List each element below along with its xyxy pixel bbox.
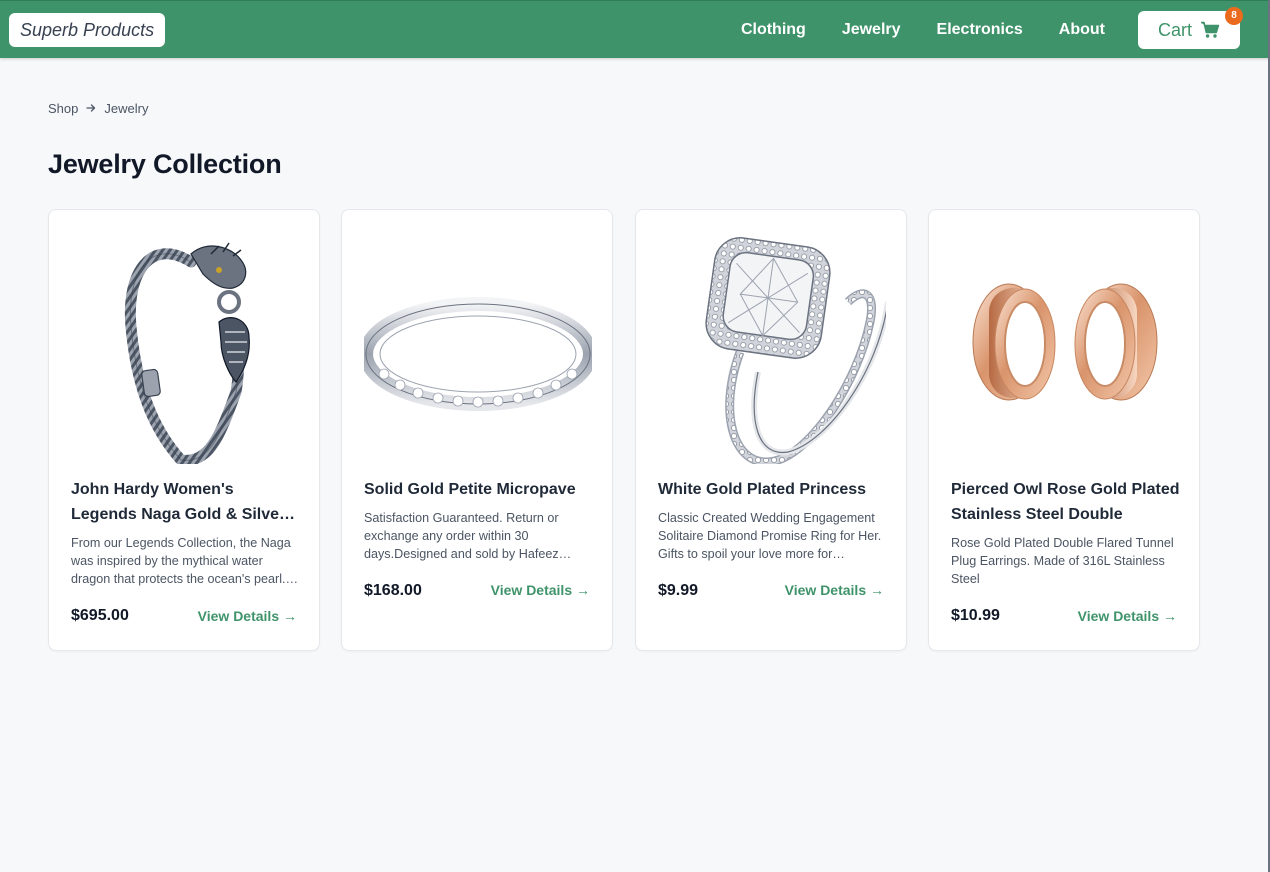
breadcrumb-jewelry[interactable]: Jewelry — [104, 101, 148, 116]
product-description: From our Legends Collection, the Naga wa… — [71, 536, 291, 586]
breadcrumb: Shop Jewelry — [48, 101, 148, 116]
princess-ring-image[interactable] — [658, 232, 891, 467]
product-title[interactable]: John Hardy Women's Legends Naga Gold & S… — [71, 477, 301, 527]
micropave-ring-image[interactable] — [359, 232, 597, 464]
dragon-bracelet-image[interactable] — [71, 232, 299, 466]
main-nav: Clothing Jewelry Electronics About — [741, 1, 1105, 59]
cart-label: Cart — [1157, 19, 1192, 40]
top-navbar: Superb Products Clothing Jewelry Electro… — [0, 0, 1270, 58]
breadcrumb-shop[interactable]: Shop — [48, 101, 78, 116]
cart-count-badge: 8 — [1225, 7, 1243, 25]
product-price: $168.00 — [364, 582, 422, 599]
product-price: $695.00 — [71, 607, 129, 624]
product-description: Satisfaction Guaranteed. Return or excha… — [364, 511, 559, 561]
product-card[interactable]: White Gold Plated Princess Classic Creat… — [635, 209, 907, 651]
nav-link-about[interactable]: About — [1059, 21, 1105, 39]
product-card[interactable]: John Hardy Women's Legends Naga Gold & S… — [48, 209, 320, 651]
view-details-link[interactable]: View Details → — [785, 582, 884, 598]
shopping-cart-icon — [1200, 21, 1220, 39]
view-details-link[interactable]: View Details → — [1078, 608, 1177, 624]
nav-link-clothing[interactable]: Clothing — [741, 21, 806, 39]
product-title[interactable]: Pierced Owl Rose Gold Plated Stainless S… — [951, 477, 1181, 527]
product-price: $10.99 — [951, 607, 1000, 624]
page-title: Jewelry Collection — [48, 149, 282, 179]
tunnel-plug-earrings-image[interactable] — [951, 232, 1179, 464]
product-card[interactable]: Solid Gold Petite Micropave Satisfaction… — [341, 209, 613, 651]
view-details-link[interactable]: View Details → — [491, 582, 590, 598]
product-description: Classic Created Wedding Engagement Solit… — [658, 511, 882, 561]
view-details-link[interactable]: View Details → — [198, 608, 297, 624]
brand-logo[interactable]: Superb Products — [9, 13, 166, 47]
arrow-right-icon — [86, 101, 96, 116]
nav-link-jewelry[interactable]: Jewelry — [842, 21, 901, 39]
product-title[interactable]: White Gold Plated Princess — [658, 477, 888, 502]
nav-link-electronics[interactable]: Electronics — [937, 21, 1023, 39]
product-description: Rose Gold Plated Double Flared Tunnel Pl… — [951, 536, 1174, 586]
product-card[interactable]: Pierced Owl Rose Gold Plated Stainless S… — [928, 209, 1200, 651]
product-title[interactable]: Solid Gold Petite Micropave — [364, 477, 594, 502]
product-price: $9.99 — [658, 582, 699, 599]
